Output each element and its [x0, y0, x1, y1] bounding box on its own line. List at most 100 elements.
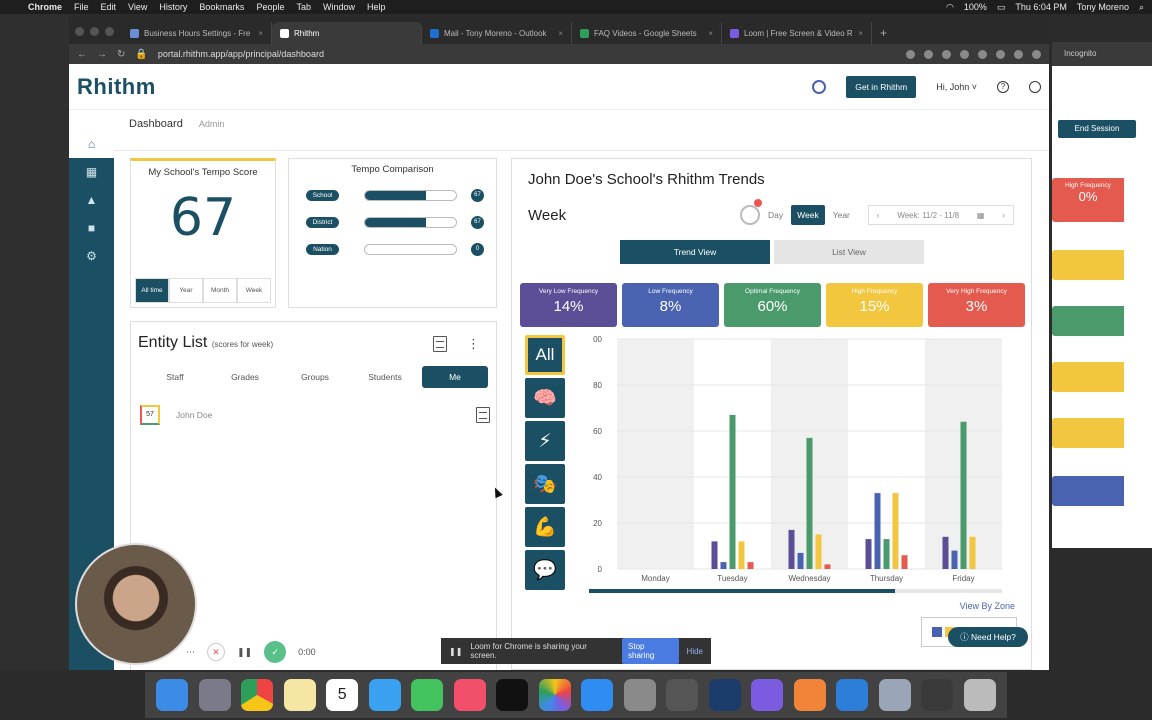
tab-students[interactable]: Students — [350, 366, 420, 388]
browser-tab[interactable]: Business Hours Settings - Fre × — [122, 22, 272, 44]
preview-icon[interactable] — [878, 679, 911, 711]
photos-icon[interactable] — [538, 679, 571, 711]
extension-icon[interactable] — [1014, 49, 1023, 59]
speech-bubble-icon[interactable]: 💬 — [525, 550, 565, 590]
browser-tab-active[interactable]: Rhithm — [272, 22, 422, 44]
report-icon[interactable] — [476, 407, 490, 423]
chrome-icon[interactable] — [241, 679, 274, 711]
breadcrumb-dashboard[interactable]: Dashboard — [129, 118, 183, 130]
app-store-icon[interactable] — [581, 679, 614, 711]
trash-icon[interactable] — [963, 679, 996, 711]
menu-bookmarks[interactable]: Bookmarks — [199, 2, 244, 12]
end-session-button[interactable]: End Session — [1058, 120, 1136, 138]
get-in-rhithm-button[interactable]: Get in Rhithm — [846, 75, 917, 98]
system-preferences-icon[interactable] — [623, 679, 656, 711]
tab-me[interactable]: Me — [422, 366, 488, 388]
help-icon[interactable]: ? — [997, 80, 1009, 93]
battery-icon[interactable]: ▭ — [997, 2, 1006, 13]
messages-icon[interactable] — [368, 679, 401, 711]
menu-window[interactable]: Window — [323, 2, 355, 12]
masks-icon[interactable]: 🎭 — [525, 464, 565, 504]
extension-icon[interactable] — [924, 49, 933, 59]
forward-icon[interactable]: → — [97, 49, 107, 60]
breadcrumb-admin[interactable]: Admin — [199, 119, 225, 129]
browser-tab[interactable]: FAQ Videos - Google Sheets × — [572, 22, 722, 44]
filter-all-button[interactable]: All — [525, 335, 565, 375]
search-icon[interactable]: ⌕ — [1139, 2, 1144, 13]
zone-low[interactable]: Low Frequency 8% — [622, 283, 719, 327]
notes-icon[interactable] — [283, 679, 316, 711]
calendar-icon[interactable]: ▦ — [977, 211, 985, 220]
trend-view-button[interactable]: Trend View — [620, 240, 770, 264]
extension-icon[interactable] — [942, 49, 951, 59]
cancel-recording-button[interactable]: ✕ — [207, 643, 225, 661]
url-field[interactable]: portal.rhithm.app/app/principal/dashboar… — [158, 49, 896, 59]
terminal-icon[interactable] — [921, 679, 954, 711]
loom-webcam-bubble[interactable] — [75, 543, 197, 665]
close-icon[interactable]: × — [258, 29, 263, 38]
menu-tab[interactable]: Tab — [296, 2, 311, 12]
browser-tab[interactable]: Mail - Tony Moreno - Outlook × — [422, 22, 572, 44]
need-help-button[interactable]: ⓘ Need Help? — [948, 627, 1028, 647]
menu-view[interactable]: View — [128, 2, 147, 12]
close-icon[interactable]: × — [708, 29, 713, 38]
close-icon[interactable]: × — [558, 29, 563, 38]
chevron-right-icon[interactable]: › — [1002, 211, 1005, 220]
hide-button[interactable]: Hide — [687, 647, 703, 656]
entity-name[interactable]: John Doe — [176, 410, 212, 420]
minimize-window-button[interactable] — [90, 26, 99, 36]
extension-icon[interactable] — [996, 49, 1005, 59]
browser-tab[interactable]: Loom | Free Screen & Video R × — [722, 22, 872, 44]
zone-high[interactable]: High Frequency 15% — [826, 283, 923, 327]
lightning-icon[interactable]: ⚡ — [525, 421, 565, 461]
zone-very-high[interactable]: Very High Frequency 3% — [928, 283, 1025, 327]
power-icon[interactable] — [1029, 80, 1041, 93]
pause-icon[interactable]: ❚❚ — [237, 647, 252, 658]
extension-icon[interactable] — [978, 49, 987, 59]
reload-icon[interactable]: ↻ — [117, 49, 125, 60]
new-tab-icon[interactable]: + — [872, 26, 895, 44]
menu-history[interactable]: History — [159, 2, 187, 12]
vscode-icon[interactable] — [836, 679, 869, 711]
more-vertical-icon[interactable]: ⋮ — [467, 336, 480, 352]
finder-icon[interactable] — [156, 679, 189, 711]
drag-handle-icon[interactable]: ⋯ — [186, 647, 195, 658]
launchpad-icon[interactable] — [198, 679, 231, 711]
period-year[interactable]: Year — [833, 210, 850, 220]
facetime-icon[interactable] — [411, 679, 444, 711]
tab-year[interactable]: Year — [169, 278, 203, 303]
tab-all-time[interactable]: All time — [135, 278, 169, 303]
zone-optimal[interactable]: Optimal Frequency 60% — [724, 283, 821, 327]
zone-very-low[interactable]: Very Low Frequency 14% — [520, 283, 617, 327]
tab-groups[interactable]: Groups — [280, 366, 350, 388]
postman-icon[interactable] — [793, 679, 826, 711]
incognito-label[interactable]: Incognito — [1064, 49, 1096, 58]
menu-file[interactable]: File — [74, 2, 89, 12]
menu-help[interactable]: Help — [367, 2, 386, 12]
globe-icon[interactable] — [812, 79, 827, 94]
user-menu[interactable]: Hi, John ˅ — [936, 82, 977, 92]
remote-desktop-icon[interactable] — [708, 679, 741, 711]
clock[interactable]: Thu 6:04 PM — [1015, 2, 1067, 12]
report-icon[interactable] — [433, 336, 447, 352]
tab-grades[interactable]: Grades — [210, 366, 280, 388]
sidebar-item-alerts[interactable]: ▲ — [69, 186, 114, 214]
period-week[interactable]: Week — [791, 205, 825, 225]
list-view-button[interactable]: List View — [774, 240, 924, 264]
back-icon[interactable]: ← — [77, 49, 87, 60]
view-by-zone-link[interactable]: View By Zone — [960, 601, 1015, 611]
tv-icon[interactable] — [496, 679, 529, 711]
rhithm-logo[interactable]: Rhithm — [77, 74, 156, 100]
period-day[interactable]: Day — [768, 210, 783, 220]
music-icon[interactable] — [453, 679, 486, 711]
calendar-icon[interactable]: 5 — [326, 679, 359, 711]
brain-icon[interactable]: 🧠 — [525, 378, 565, 418]
stop-sharing-button[interactable]: Stop sharing — [622, 638, 679, 664]
menu-edit[interactable]: Edit — [101, 2, 117, 12]
menu-people[interactable]: People — [256, 2, 284, 12]
muscle-icon[interactable]: 💪 — [525, 507, 565, 547]
list-item[interactable]: 57 John Doe — [140, 405, 490, 425]
sidebar-item-video[interactable]: ■ — [69, 214, 114, 242]
finish-recording-button[interactable]: ✓ — [264, 641, 287, 663]
close-window-button[interactable] — [75, 26, 84, 36]
